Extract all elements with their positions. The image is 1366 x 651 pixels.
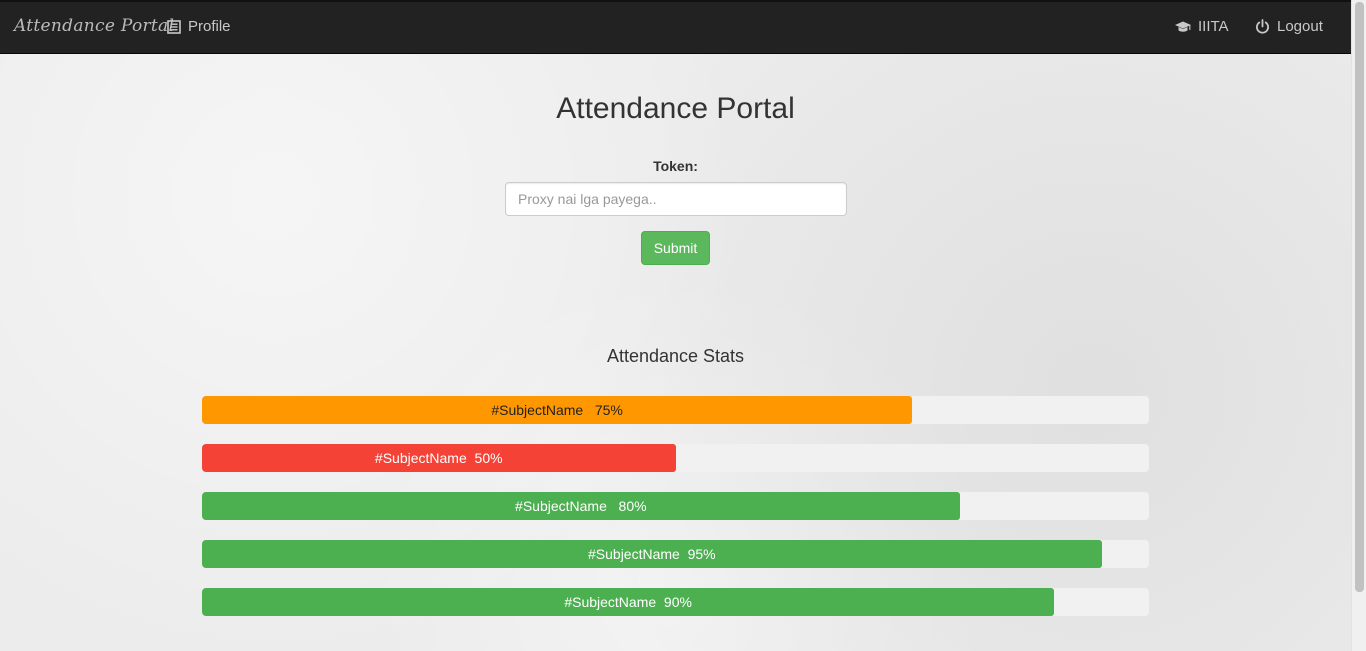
nav-logout-link[interactable]: Logout	[1255, 18, 1323, 35]
token-input[interactable]	[505, 182, 847, 216]
nav-logout-label: Logout	[1277, 18, 1323, 35]
progress-bar: #SubjectName 80%	[202, 492, 960, 520]
nav-institute-link[interactable]: IIITA	[1175, 18, 1229, 35]
nav-institute-label: IIITA	[1198, 18, 1229, 35]
page-scrollbar[interactable]	[1351, 0, 1366, 651]
graduation-cap-icon	[1175, 20, 1191, 34]
scrollbar-thumb[interactable]	[1355, 2, 1364, 592]
nav-profile-label: Profile	[188, 18, 231, 35]
progress-track: #SubjectName 80%	[202, 492, 1149, 520]
progress-track: #SubjectName 75%	[202, 396, 1149, 424]
list-icon	[167, 19, 181, 34]
power-icon	[1255, 19, 1270, 34]
page-title: Attendance Portal	[556, 92, 795, 125]
progress-bar: #SubjectName 75%	[202, 396, 913, 424]
brand-logo[interactable]: Attendance Portal	[14, 16, 174, 36]
nav-profile-link[interactable]: Profile	[167, 18, 231, 35]
submit-button[interactable]: Submit	[641, 231, 710, 265]
stats-title: Attendance Stats	[606, 346, 745, 366]
token-label: Token:	[653, 158, 698, 174]
progress-bar: #SubjectName 95%	[202, 540, 1102, 568]
progress-track: #SubjectName 50%	[202, 444, 1149, 472]
top-navbar: Attendance Portal Profile IIITA Logout	[0, 0, 1351, 54]
progress-track: #SubjectName 90%	[202, 588, 1149, 616]
progress-bar: #SubjectName 90%	[202, 588, 1055, 616]
progress-track: #SubjectName 95%	[202, 540, 1149, 568]
progress-bar: #SubjectName 50%	[202, 444, 676, 472]
